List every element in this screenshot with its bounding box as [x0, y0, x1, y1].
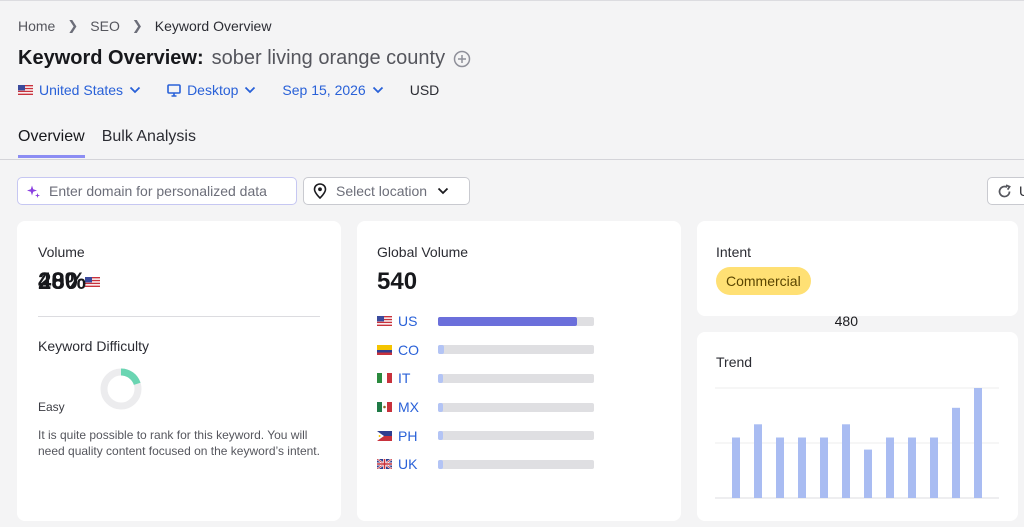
- chevron-down-icon: [437, 187, 449, 195]
- country-row-us: US 480: [377, 307, 858, 336]
- volume-bar-track: [438, 345, 594, 355]
- trend-bar[interactable]: [886, 437, 894, 499]
- page-title: Keyword Overview: sober living orange co…: [18, 47, 471, 70]
- volume-label: Volume: [38, 244, 85, 260]
- trend-bar[interactable]: [842, 424, 850, 498]
- chevron-down-icon: [372, 86, 383, 94]
- intent-label: Intent: [716, 244, 752, 260]
- volume-bar-track: [438, 373, 594, 383]
- country-code[interactable]: US: [398, 313, 438, 329]
- volume-bar-fill: [438, 402, 443, 412]
- card-divider: [38, 316, 320, 317]
- device-label: Desktop: [187, 82, 239, 98]
- breadcrumb-home[interactable]: Home: [18, 18, 55, 34]
- difficulty-level: Easy: [38, 400, 65, 414]
- country-row-ph: PH 10: [377, 421, 858, 450]
- refresh-icon: [998, 183, 1011, 197]
- italy-flag-icon: [377, 373, 392, 384]
- breadcrumb-seo[interactable]: SEO: [90, 18, 120, 34]
- global-volume-card: Global Volume 540 US 480 CO 20: [357, 221, 858, 521]
- difficulty-description: It is quite possible to rank for this ke…: [38, 428, 320, 458]
- uk-flag-icon: [377, 459, 392, 470]
- country-code[interactable]: MX: [398, 399, 438, 415]
- chevron-right-icon: ❯: [67, 18, 79, 33]
- us-flag-icon: [18, 85, 33, 95]
- volume-bar-fill: [438, 316, 577, 326]
- difficulty-ring: [100, 368, 142, 410]
- trend-label: Trend: [716, 354, 753, 370]
- tab-bulk-analysis[interactable]: Bulk Analysis: [102, 128, 196, 158]
- domain-input-placeholder: Enter domain for personalized data: [49, 183, 267, 199]
- location-pin-icon: [313, 183, 327, 199]
- country-code[interactable]: IT: [398, 370, 438, 386]
- intent-card: Intent Commercial: [697, 221, 1018, 316]
- country-volume-list: US 480 CO 20 IT 10: [377, 307, 858, 479]
- country-dropdown[interactable]: United States: [18, 82, 141, 98]
- volume-bar-fill: [438, 373, 443, 383]
- country-row-mx: MX 10: [377, 393, 858, 422]
- trend-bar[interactable]: [864, 449, 872, 498]
- breadcrumb-current: Keyword Overview: [154, 18, 272, 34]
- trend-bar[interactable]: [732, 437, 740, 499]
- trend-bar[interactable]: [776, 437, 784, 499]
- country-row-co: CO 20: [377, 336, 858, 365]
- keyword-text: sober living orange county: [211, 47, 446, 69]
- domain-input[interactable]: Enter domain for personalized data: [17, 177, 297, 205]
- volume-bar-fill: [438, 431, 443, 441]
- location-select[interactable]: Select location: [303, 177, 470, 205]
- filter-bar: United States Desktop Sep 15, 2026 USD: [18, 82, 439, 98]
- refresh-button[interactable]: U: [987, 177, 1024, 205]
- location-select-placeholder: Select location: [336, 183, 428, 199]
- trend-bar[interactable]: [820, 437, 828, 499]
- date-dropdown[interactable]: Sep 15, 2026: [282, 82, 383, 98]
- trend-bar[interactable]: [798, 437, 806, 499]
- philippines-flag-icon: [377, 430, 392, 441]
- us-flag-icon: [85, 277, 101, 287]
- trend-bar[interactable]: [754, 424, 762, 498]
- country-code[interactable]: UK: [398, 456, 438, 472]
- volume-card: Volume 480 Keyword Difficulty 20% Easy I…: [17, 221, 341, 521]
- chevron-down-icon: [129, 86, 141, 94]
- keyword-difficulty-label: Keyword Difficulty: [38, 338, 150, 354]
- global-volume-label: Global Volume: [377, 244, 469, 260]
- breadcrumb: Home ❯ SEO ❯ Keyword Overview: [18, 18, 271, 34]
- currency-label: USD: [409, 82, 440, 98]
- volume-bar-fill: [438, 345, 445, 355]
- trend-card: Trend: [697, 332, 1018, 521]
- tab-overview[interactable]: Overview: [18, 128, 85, 158]
- country-row-uk: UK 10: [377, 450, 858, 479]
- refresh-label: U: [1019, 183, 1024, 199]
- keyword-difficulty-value: 20%: [38, 268, 87, 295]
- country-row-it: IT 10: [377, 364, 858, 393]
- colombia-flag-icon: [377, 344, 392, 355]
- desktop-icon: [167, 83, 181, 97]
- volume-bar-track: [438, 459, 594, 469]
- sparkle-icon: [27, 185, 40, 198]
- volume-bar-track: [438, 431, 594, 441]
- date-label: Sep 15, 2026: [282, 82, 366, 98]
- volume-bar-fill: [438, 459, 443, 469]
- trend-bar[interactable]: [908, 437, 916, 499]
- device-dropdown[interactable]: Desktop: [167, 82, 256, 98]
- trend-bar[interactable]: [930, 437, 938, 499]
- tab-bar: Overview Bulk Analysis: [18, 128, 213, 158]
- page-title-label: Keyword Overview:: [18, 47, 204, 69]
- trend-bar[interactable]: [952, 407, 960, 498]
- country-code[interactable]: PH: [398, 428, 438, 444]
- country-label: United States: [39, 82, 124, 98]
- global-volume-value: 540: [377, 268, 418, 295]
- chevron-right-icon: ❯: [131, 18, 143, 33]
- add-circle-icon[interactable]: [453, 50, 471, 68]
- volume-bar-track: [438, 316, 594, 326]
- trend-bar-chart: [715, 387, 999, 499]
- us-flag-icon: [377, 316, 392, 327]
- chevron-down-icon: [245, 86, 256, 94]
- trend-bar[interactable]: [974, 388, 982, 498]
- volume-bar-track: [438, 402, 594, 412]
- country-code[interactable]: CO: [398, 342, 438, 358]
- top-divider: [0, 0, 1024, 1]
- intent-badge: Commercial: [716, 267, 811, 295]
- mexico-flag-icon: [377, 402, 392, 413]
- tabs-divider: [0, 159, 1024, 160]
